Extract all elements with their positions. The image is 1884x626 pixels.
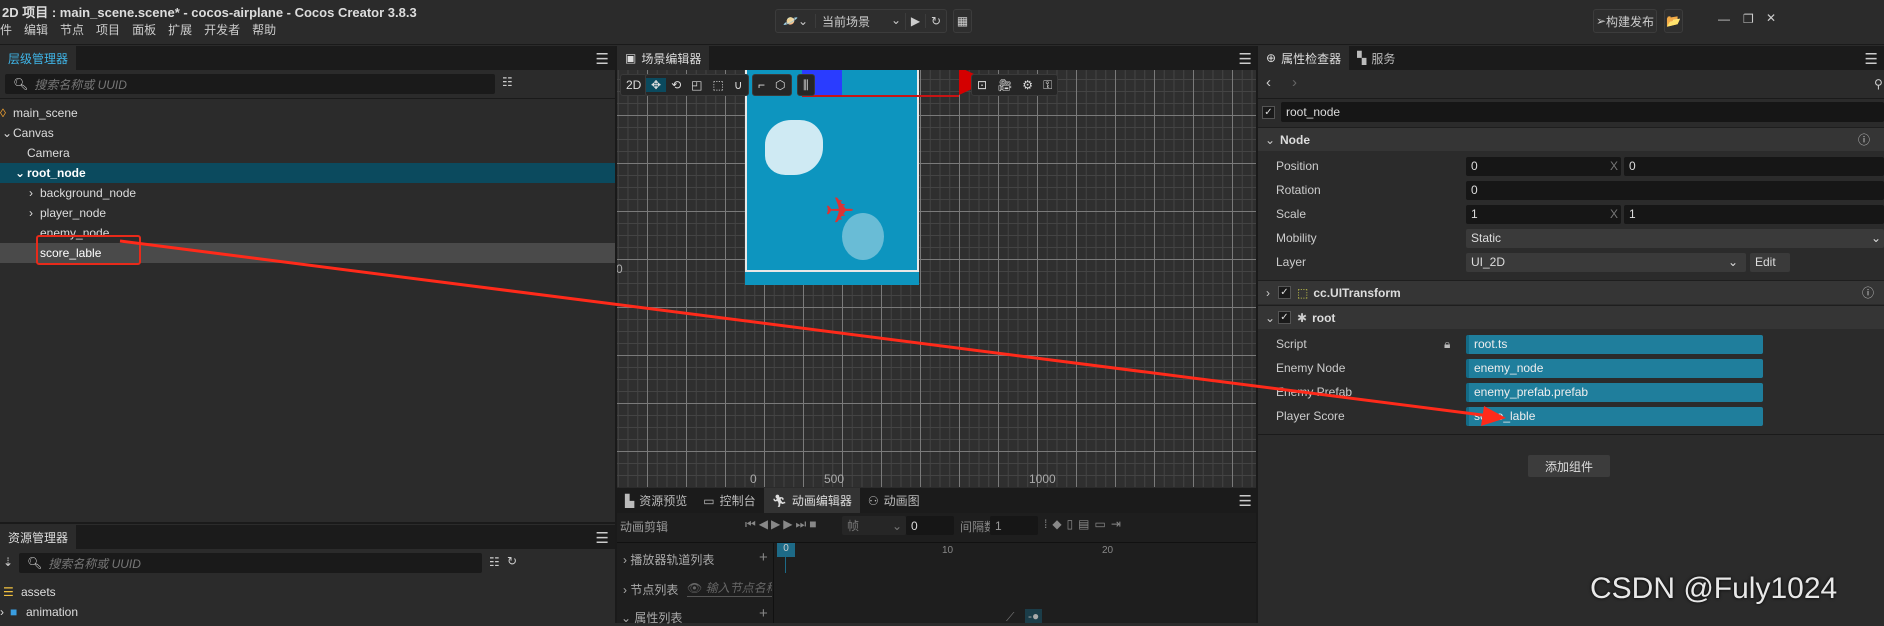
annotation-arrow-line (119, 239, 1491, 418)
watermark: CSDN @Fuly1024 (1590, 572, 1838, 605)
annotation-arrow (119, 239, 1506, 426)
annotation-arrow-head (1481, 406, 1506, 426)
